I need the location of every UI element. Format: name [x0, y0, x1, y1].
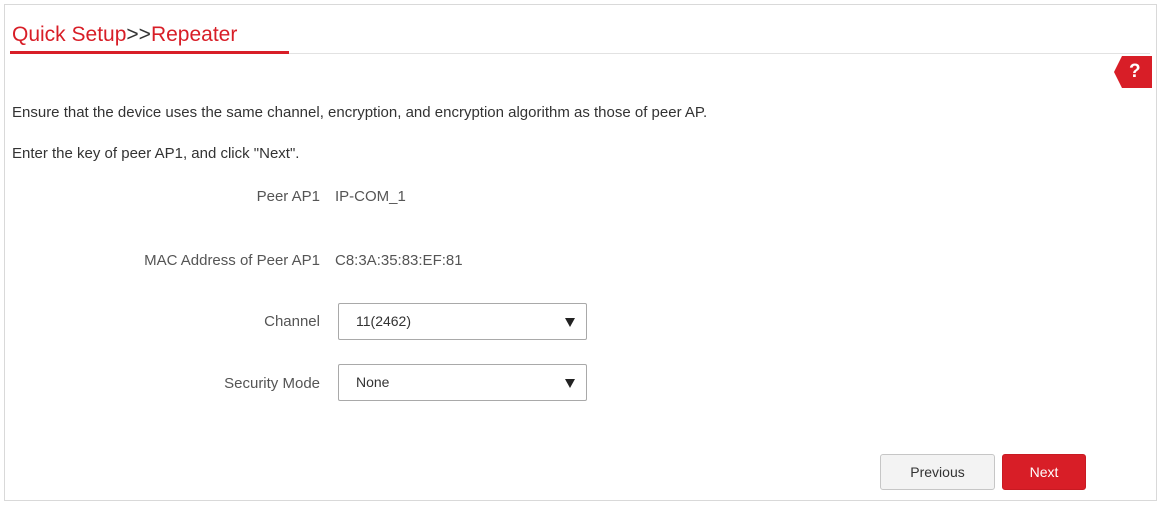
breadcrumb-quick-setup: Quick Setup	[12, 23, 127, 46]
instruction-line-2: Enter the key of peer AP1, and click "Ne…	[12, 145, 300, 162]
page-title: Quick Setup>>Repeater	[12, 22, 237, 48]
mac-address-label: MAC Address of Peer AP1	[144, 252, 320, 269]
title-underline	[10, 51, 289, 54]
peer-ap-value: IP-COM_1	[335, 188, 406, 205]
instruction-line-1: Ensure that the device uses the same cha…	[12, 104, 708, 121]
chevron-down-icon	[565, 318, 575, 327]
breadcrumb-separator: >>	[126, 23, 151, 46]
next-button[interactable]: Next	[1002, 454, 1086, 490]
peer-ap-label: Peer AP1	[256, 188, 320, 205]
mac-address-value: C8:3A:35:83:EF:81	[335, 252, 463, 269]
channel-select-value: 11(2462)	[356, 313, 412, 329]
chevron-down-icon	[565, 379, 575, 388]
security-mode-label: Security Mode	[224, 375, 320, 392]
channel-select[interactable]: 11(2462)	[338, 303, 587, 340]
breadcrumb-repeater: Repeater	[150, 23, 238, 46]
security-mode-select-value: None	[356, 374, 390, 390]
previous-button[interactable]: Previous	[880, 454, 995, 490]
help-icon[interactable]: ?	[1114, 56, 1152, 88]
help-icon-glyph: ?	[1129, 61, 1141, 82]
channel-label: Channel	[264, 313, 320, 330]
security-mode-select[interactable]: None	[338, 364, 587, 401]
